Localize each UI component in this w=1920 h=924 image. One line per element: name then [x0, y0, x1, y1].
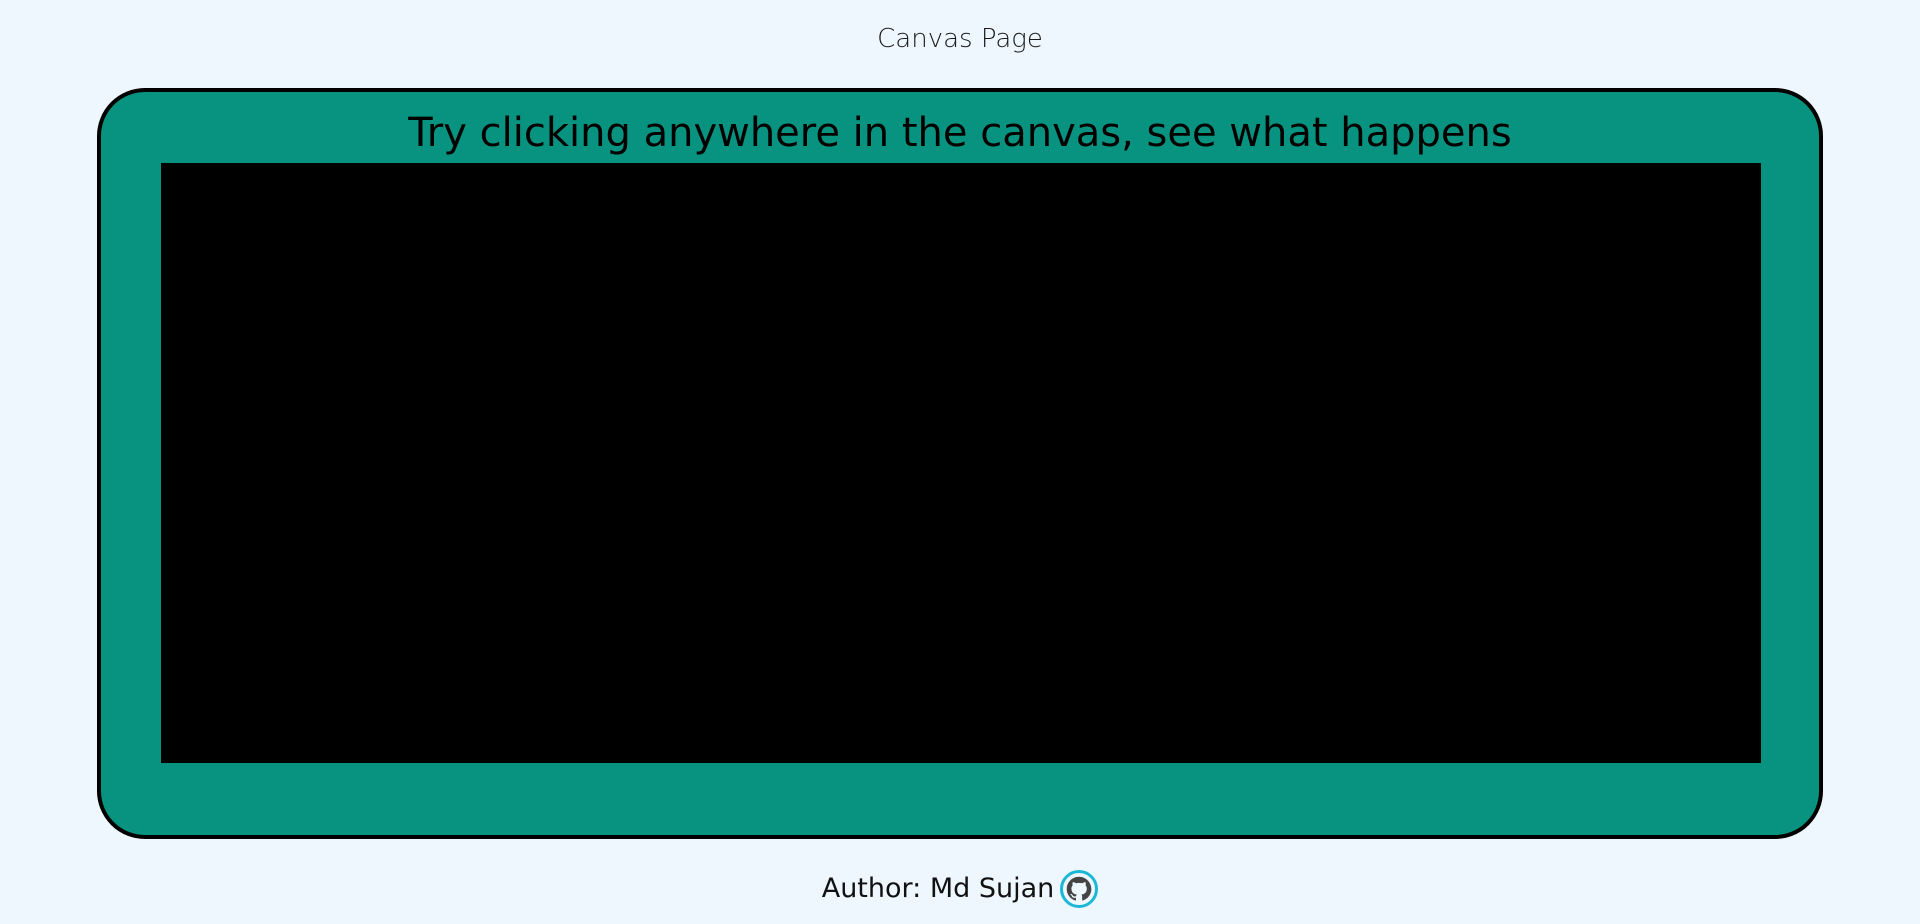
author-text: Author: Md Sujan: [821, 873, 1055, 904]
drawing-canvas[interactable]: [161, 163, 1761, 763]
canvas-frame: Try clicking anywhere in the canvas, see…: [97, 88, 1823, 839]
canvas-instruction: Try clicking anywhere in the canvas, see…: [408, 110, 1512, 156]
page-title: Canvas Page: [877, 24, 1043, 54]
github-profile-link[interactable]: [1060, 870, 1099, 908]
footer: Author: Md Sujan: [0, 867, 1920, 911]
github-icon: [1067, 876, 1092, 901]
